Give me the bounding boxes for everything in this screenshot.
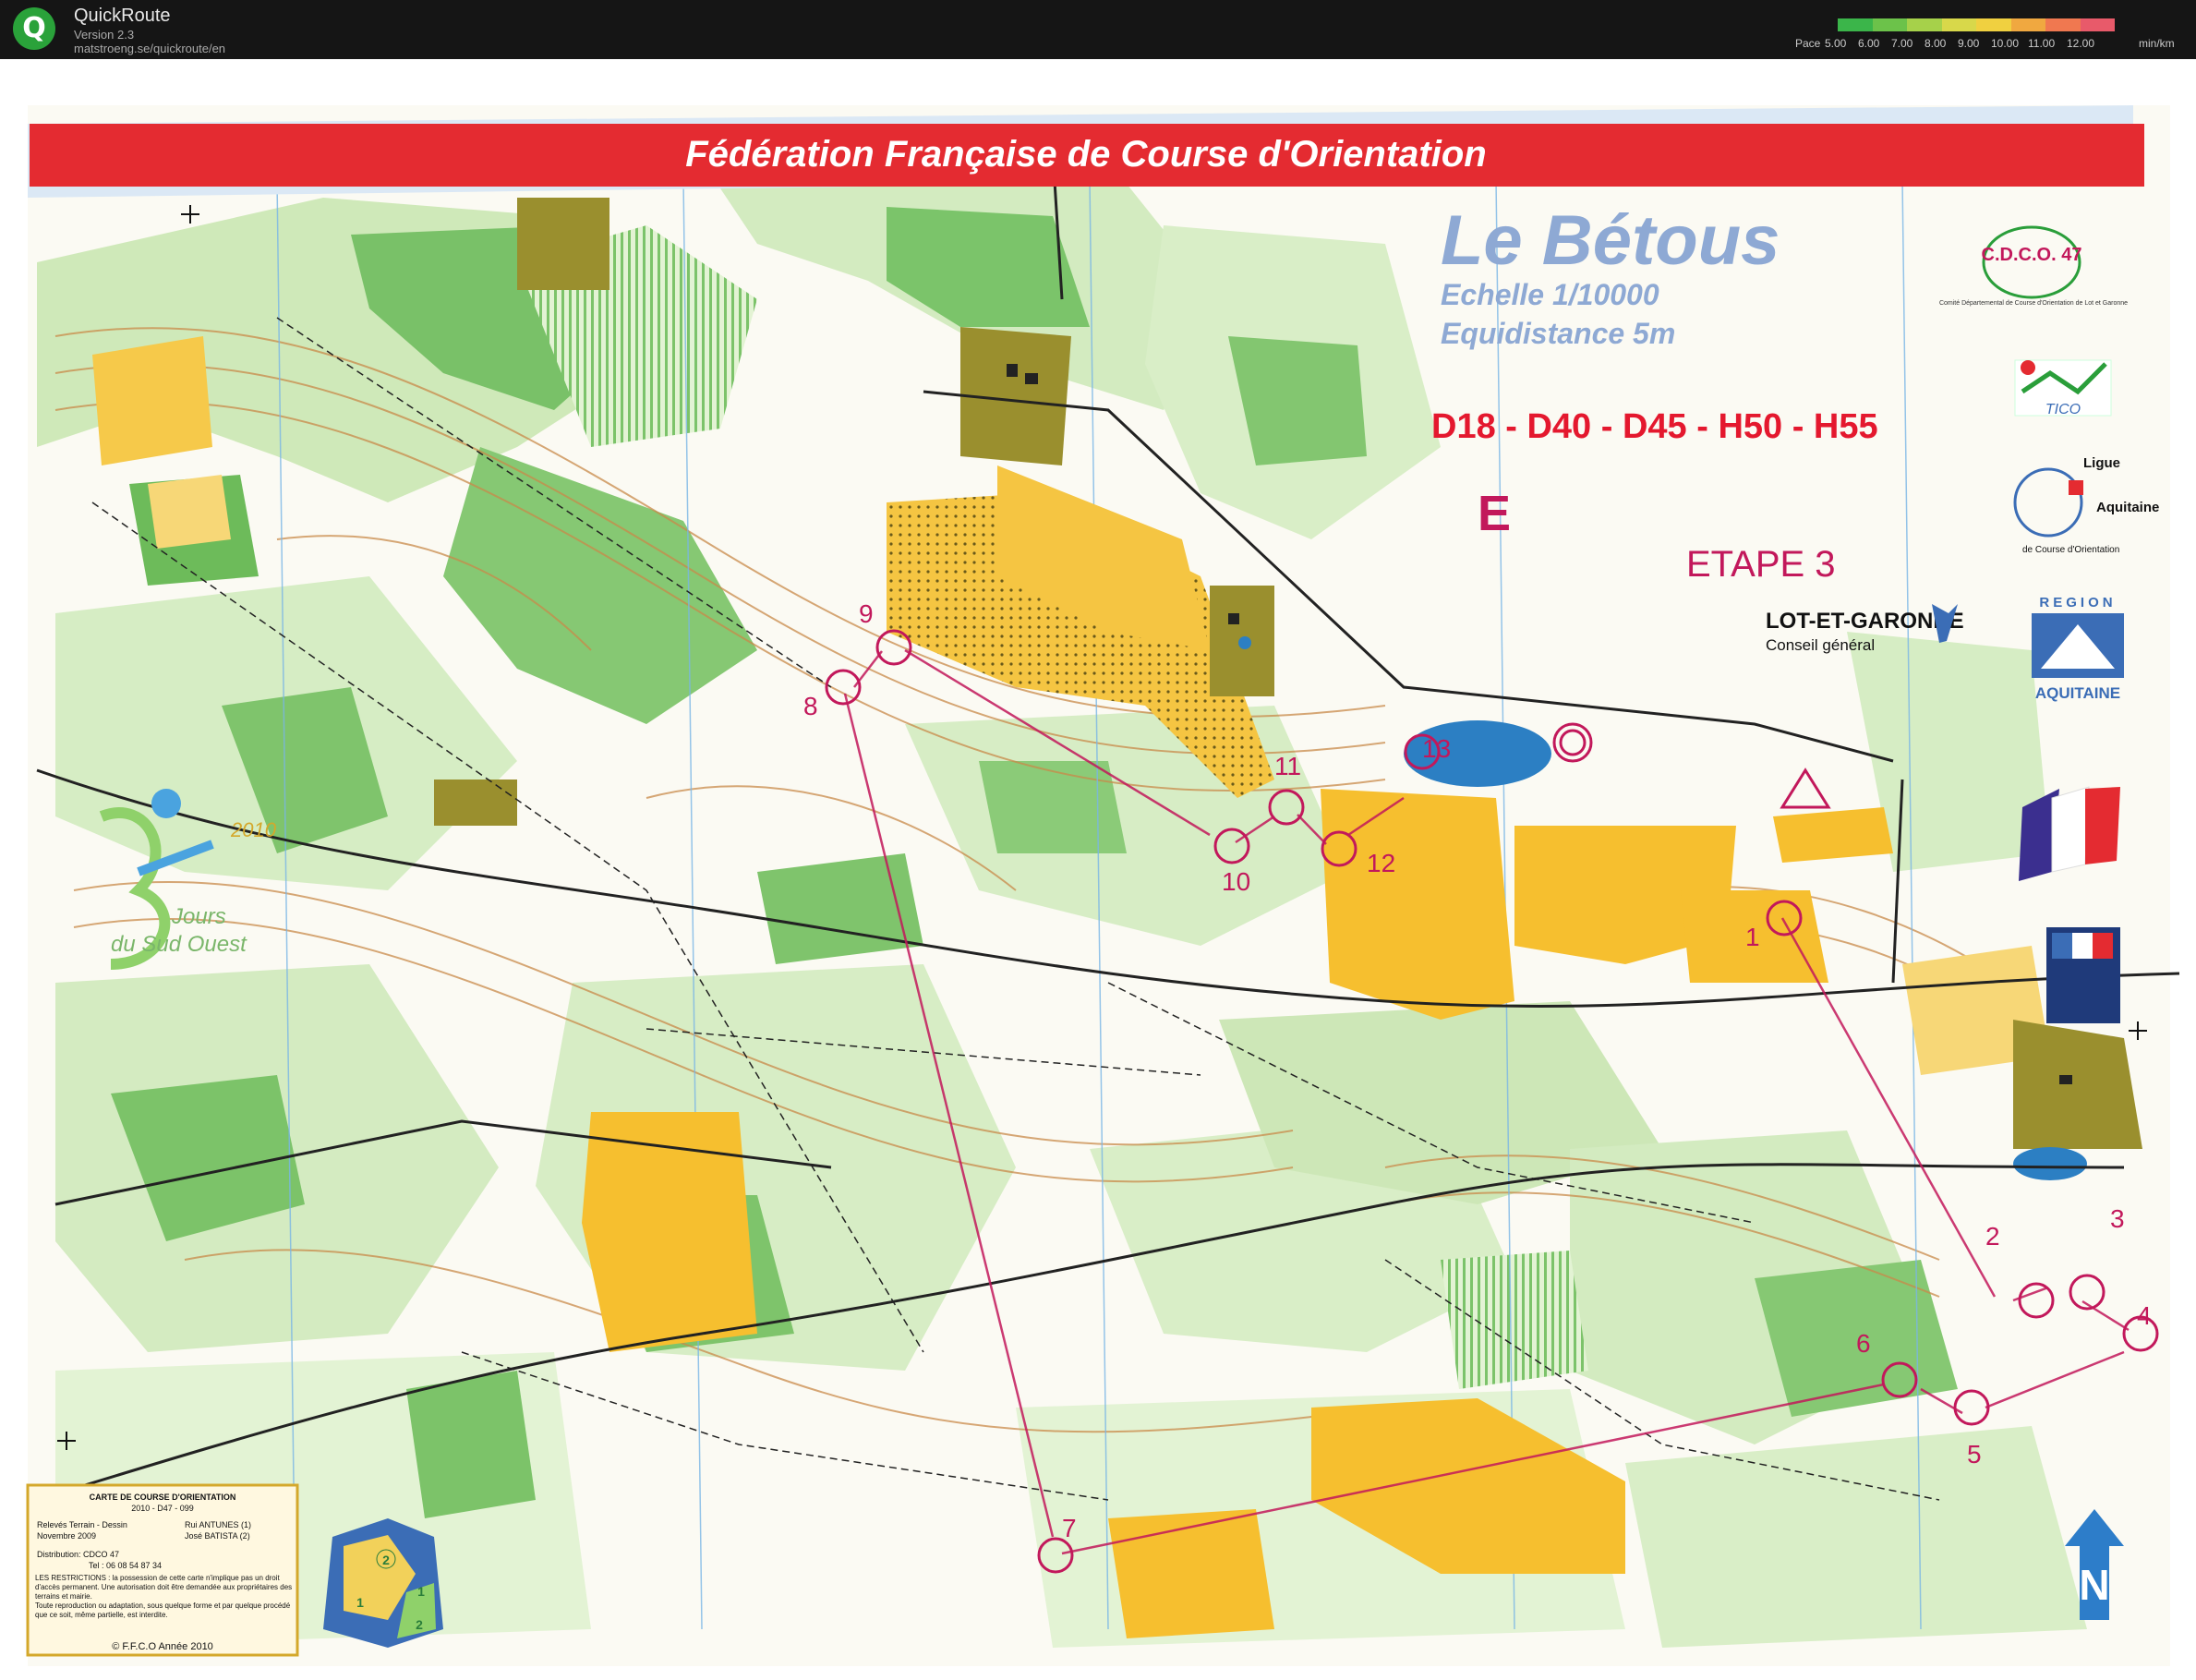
info-title: CARTE DE COURSE D'ORIENTATION xyxy=(90,1493,236,1502)
pace-color-swatch xyxy=(1941,18,1976,31)
info-distribution: Distribution: CDCO 47 xyxy=(37,1550,119,1559)
stage-label: ETAPE 3 xyxy=(1686,544,1836,585)
map-scale: Echelle 1/10000 xyxy=(1441,278,1659,311)
course-categories: D18 - D40 - D45 - H50 - H55 xyxy=(1431,407,1878,446)
pace-color-swatch xyxy=(1872,18,1907,31)
pace-color-swatch xyxy=(2080,18,2115,31)
pace-tick: 11.00 xyxy=(2028,37,2056,50)
control-number-5: 5 xyxy=(1967,1440,1982,1468)
inset-label: 2 xyxy=(416,1617,423,1632)
info-code: 2010 - D47 - 099 xyxy=(131,1504,194,1513)
control-number-8: 8 xyxy=(803,692,818,720)
course-letter: E xyxy=(1478,486,1511,541)
ligue-text-2: Aquitaine xyxy=(2096,500,2159,515)
info-survey: Relevés Terrain - Dessin xyxy=(37,1520,127,1529)
north-label: N xyxy=(2079,1561,2109,1609)
info-authors: Rui ANTUNES (1) xyxy=(185,1520,251,1529)
map-info-box: CARTE DE COURSE D'ORIENTATION 2010 - D47… xyxy=(26,1483,299,1657)
app-url[interactable]: matstroeng.se/quickroute/en xyxy=(74,42,225,55)
control-number-4: 4 xyxy=(2137,1301,2152,1330)
inset-label: 1 xyxy=(356,1595,364,1610)
map-title: Le Bétous xyxy=(1441,201,1780,280)
ministere-logo xyxy=(2046,927,2120,1023)
pace-tick: 6.00 xyxy=(1858,37,1880,50)
quickroute-logo-icon: Q xyxy=(13,7,55,50)
pace-label: Pace xyxy=(1795,37,1821,50)
pace-color-swatch xyxy=(2010,18,2045,31)
pace-tick: 5.00 xyxy=(1825,37,1847,50)
event-line-1: Jours xyxy=(171,904,226,929)
pace-tick: 10.00 xyxy=(1991,37,2020,50)
control-number-12: 12 xyxy=(1367,849,1395,877)
info-date: Novembre 2009 xyxy=(37,1531,96,1541)
pace-color-swatch xyxy=(1976,18,2011,31)
cdco-logo-text: C.D.C.O. 47 xyxy=(1982,245,2082,265)
control-number-7: 7 xyxy=(1062,1514,1077,1542)
sponsor-conseil-general: Conseil général xyxy=(1766,636,1875,654)
pace-color-swatch xyxy=(2045,18,2081,31)
pace-color-bar xyxy=(1838,18,2115,31)
tico-text: TICO xyxy=(2045,402,2081,417)
info-copy: Toute reproduction ou adaptation, sous q… xyxy=(35,1601,291,1619)
control-number-9: 9 xyxy=(859,599,874,628)
event-year: 2010 xyxy=(230,818,277,841)
app-name: QuickRoute xyxy=(74,6,171,26)
pace-ticks: 5.00 6.00 7.00 8.00 9.00 10.00 11.00 12.… xyxy=(1825,37,2139,52)
info-author-2: José BATISTA (2) xyxy=(185,1531,250,1541)
ffco-banner-text: Fédération Française de Course d'Orienta… xyxy=(685,134,1486,175)
ligue-text-3: de Course d'Orientation xyxy=(2022,545,2119,555)
pace-color-swatch xyxy=(1838,18,1873,31)
control-number-13: 13 xyxy=(1422,734,1451,763)
app-title-bar: Q QuickRoute Version 2.3 matstroeng.se/q… xyxy=(0,0,2196,59)
pace-tick: 8.00 xyxy=(1925,37,1947,50)
map-equidistance: Equidistance 5m xyxy=(1441,317,1675,350)
pace-color-swatch xyxy=(1907,18,1942,31)
app-version: Version 2.3 xyxy=(74,28,135,42)
inset-map: 2 1 1 2 xyxy=(323,1518,443,1648)
pace-tick: 9.00 xyxy=(1958,37,1980,50)
control-number-6: 6 xyxy=(1856,1329,1871,1358)
cdco-caption: Comité Départemental de Course d'Orienta… xyxy=(1939,300,2128,307)
control-number-11: 11 xyxy=(1274,752,1301,780)
ligue-text-1: Ligue xyxy=(2083,455,2120,471)
info-copyright: © F.F.C.O Année 2010 xyxy=(112,1641,213,1652)
control-number-3: 3 xyxy=(2110,1204,2125,1233)
control-number-10: 10 xyxy=(1222,867,1250,896)
region-text-2: AQUITAINE xyxy=(2035,684,2120,702)
control-number-1: 1 xyxy=(1745,923,1760,951)
pace-unit: min/km xyxy=(2139,37,2175,50)
pace-tick: 12.00 xyxy=(2067,37,2095,50)
event-line-2: du Sud Ouest xyxy=(111,932,247,957)
info-restrictions: LES RESTRICTIONS : la possession de cett… xyxy=(35,1574,293,1601)
inset-label: 2 xyxy=(382,1553,390,1567)
region-text-1: REGION xyxy=(2039,595,2116,610)
inset-label: 1 xyxy=(417,1584,425,1599)
orienteering-map[interactable]: 1 2 3 4 5 6 7 8 9 10 11 12 13 Fédération… xyxy=(0,59,2196,1680)
tico-logo: TICO xyxy=(2014,359,2112,417)
info-tel: Tel : 06 08 54 87 34 xyxy=(89,1561,162,1570)
pace-tick: 7.00 xyxy=(1891,37,1913,50)
control-number-2: 2 xyxy=(1985,1222,2000,1251)
